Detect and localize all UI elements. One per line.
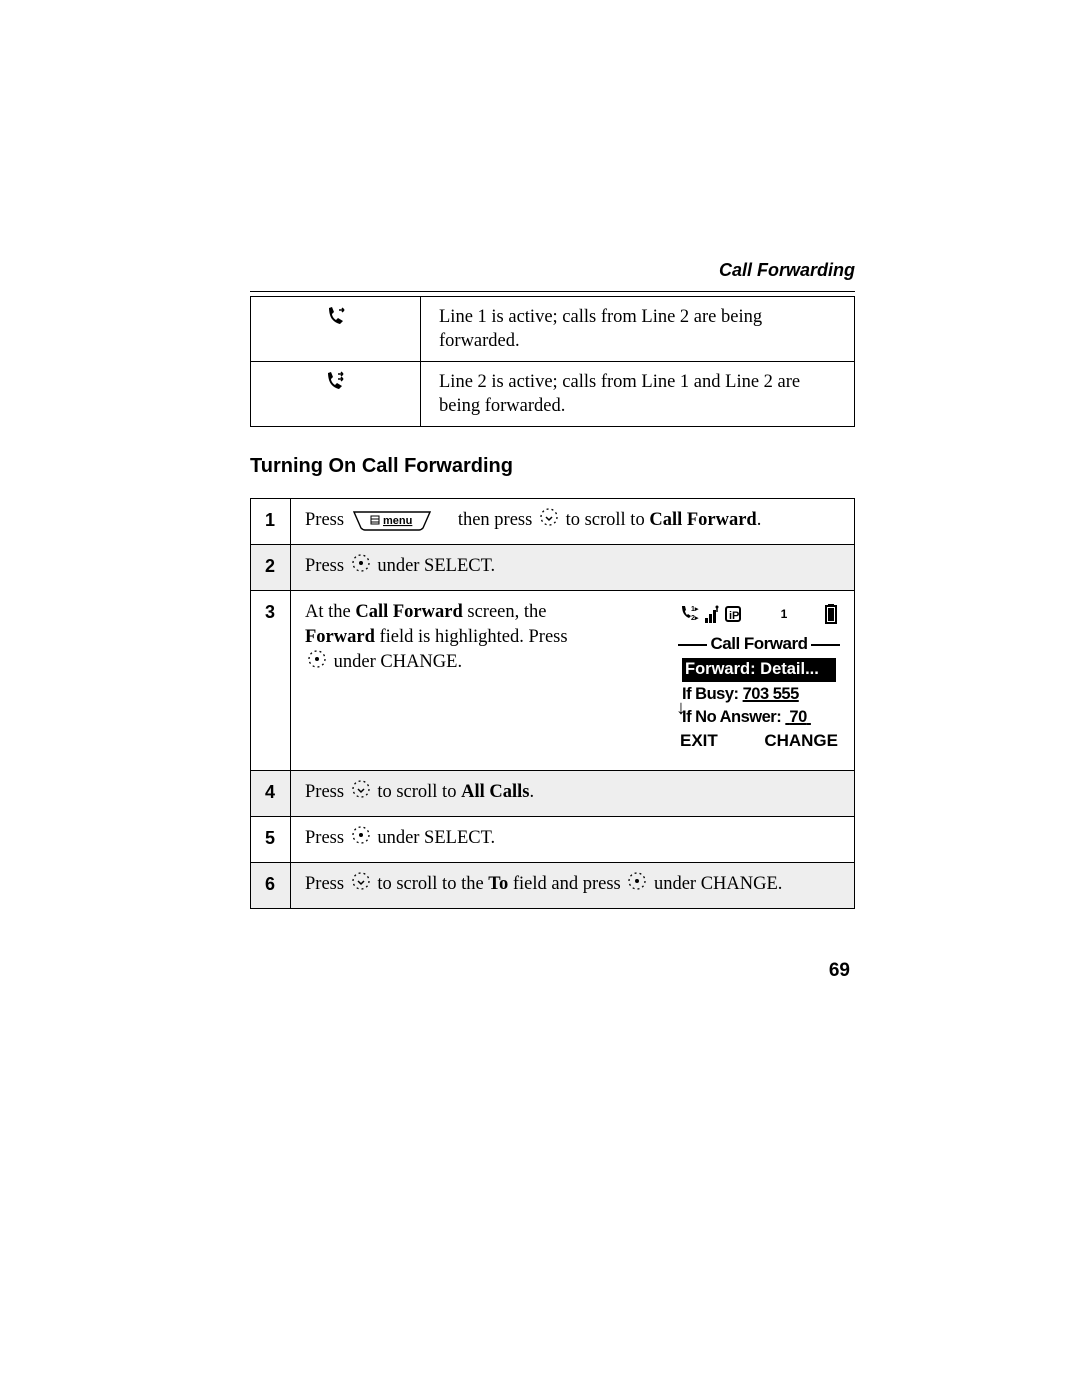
text: Press — [305, 828, 344, 848]
text: Press — [305, 510, 344, 530]
running-header: Call Forwarding — [250, 260, 855, 281]
text: under CHANGE. — [654, 874, 782, 894]
step-instruction: Press menu then press — [291, 499, 855, 545]
text: . — [757, 510, 762, 530]
manual-page: Call Forwarding Line 1 is active; calls … — [0, 0, 1080, 1397]
step-number: 4 — [251, 771, 291, 817]
lines-icon: 1▸ 2▸ — [680, 603, 702, 632]
phone-softkey-row: EXIT CHANGE — [678, 728, 840, 753]
text: field and press — [513, 874, 621, 894]
phone-screen-mock: 1▸ 2▸ — [678, 602, 840, 760]
status-icon-cell — [251, 362, 421, 427]
step-instruction: Press to scroll to the To field and pres… — [291, 863, 855, 909]
status-1: 1 — [781, 606, 788, 622]
label: If Busy: — [682, 685, 739, 703]
nav-dot-icon — [352, 826, 370, 852]
text: Press — [305, 782, 344, 802]
step-number: 6 — [251, 863, 291, 909]
step-number: 5 — [251, 817, 291, 863]
step-instruction: Press to scroll to All Calls. — [291, 771, 855, 817]
step-row: 6 Press to scroll to the To field and pr… — [251, 863, 855, 909]
status-desc: Line 1 is active; calls from Line 2 are … — [421, 297, 855, 362]
phone-highlighted-row: Forward: Detail... — [682, 658, 836, 682]
bold-text: All Calls — [461, 782, 529, 802]
steps-table: 1 Press menu then press — [250, 498, 855, 909]
phone-forward-icon-2 — [325, 377, 347, 397]
header-divider — [250, 291, 855, 292]
text: Press — [305, 874, 344, 894]
status-icon-cell — [251, 297, 421, 362]
step-number: 3 — [251, 591, 291, 771]
nav-dot-icon — [352, 554, 370, 580]
text: to scroll to — [377, 782, 456, 802]
step-row: 4 Press to scroll to All Calls. — [251, 771, 855, 817]
step-row: 5 Press under SELECT. — [251, 817, 855, 863]
bold-text: Call Forward — [355, 602, 462, 622]
label: If No Answer: — [682, 708, 781, 726]
phone-row: If Busy: 703 555 — [678, 683, 840, 705]
bold-text: Forward — [305, 627, 375, 647]
nav-dot-icon — [628, 872, 646, 898]
table-row: Line 2 is active; calls from Line 1 and … — [251, 362, 855, 427]
step-row: 1 Press menu then press — [251, 499, 855, 545]
svg-text:iP: iP — [729, 610, 739, 622]
phone-row: If No Answer: 70 — [678, 706, 840, 728]
phone-forward-icon-1 — [326, 312, 346, 332]
step-row: 3 1▸ 2▸ — [251, 591, 855, 771]
page-number: 69 — [829, 960, 850, 982]
battery-icon — [824, 603, 838, 632]
step-instruction: Press under SELECT. — [291, 817, 855, 863]
text: to scroll to — [566, 510, 645, 530]
status-desc: Line 2 is active; calls from Line 1 and … — [421, 362, 855, 427]
text: screen, the — [467, 602, 546, 622]
svg-text:2▸: 2▸ — [691, 615, 699, 622]
text: under SELECT. — [377, 556, 495, 576]
table-row: Line 1 is active; calls from Line 2 are … — [251, 297, 855, 362]
svg-text:1▸: 1▸ — [691, 606, 699, 613]
bold-text: Call Forward — [649, 510, 756, 530]
value: 70 — [789, 708, 806, 726]
phone-status-bar: 1▸ 2▸ — [678, 602, 840, 634]
step-number: 1 — [251, 499, 291, 545]
step-instruction: 1▸ 2▸ — [291, 591, 855, 771]
text: to scroll to the — [377, 874, 483, 894]
text: field is highlighted. Press — [380, 627, 568, 647]
value: 703 555 — [743, 685, 799, 703]
section-heading: Turning On Call Forwarding — [250, 455, 855, 478]
phone-title-row: Call Forward — [678, 633, 840, 656]
nav-dot-icon — [308, 650, 326, 676]
nav-down-icon — [352, 872, 370, 898]
text: under CHANGE. — [334, 652, 462, 672]
softkey-right: CHANGE — [764, 730, 838, 753]
menu-key-icon: menu — [353, 511, 431, 531]
step-row: 2 Press under SELECT. — [251, 545, 855, 591]
nav-down-icon — [352, 780, 370, 806]
text: At the — [305, 602, 351, 622]
softkey-left: EXIT — [680, 730, 718, 753]
bold-text: To — [488, 874, 508, 894]
text: Press — [305, 556, 344, 576]
step-number: 2 — [251, 545, 291, 591]
phone-title: Call Forward — [711, 633, 808, 656]
step-instruction: Press under SELECT. — [291, 545, 855, 591]
nav-down-icon — [540, 508, 558, 534]
packet-icon: iP — [724, 604, 744, 631]
text: under SELECT. — [377, 828, 495, 848]
text: . — [529, 782, 534, 802]
text: then press — [458, 510, 533, 530]
menu-key-label: menu — [383, 515, 412, 527]
status-icon-table: Line 1 is active; calls from Line 2 are … — [250, 296, 855, 427]
signal-icon — [704, 604, 722, 631]
